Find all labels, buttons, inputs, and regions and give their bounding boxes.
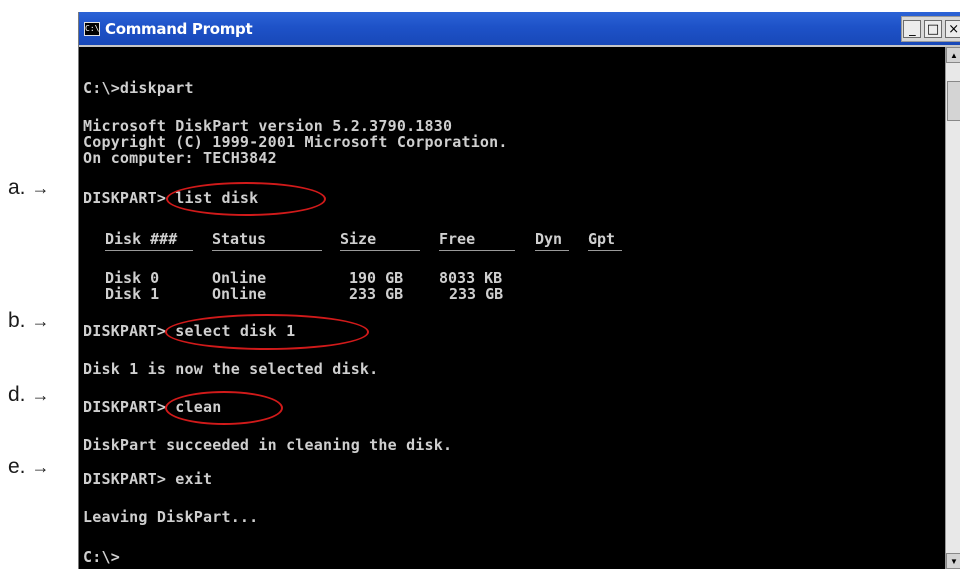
arrow-right-icon: → xyxy=(31,384,50,405)
console-line: On computer: TECH3842 xyxy=(83,149,277,167)
highlight-ellipse-list-disk xyxy=(166,182,326,216)
table-header: Disk ### xyxy=(105,230,178,248)
highlight-ellipse-clean xyxy=(165,391,283,425)
console-line: DISKPART> exit xyxy=(83,470,213,488)
scroll-up-icon[interactable]: ▲ xyxy=(946,47,960,63)
console-output[interactable]: C:\>diskpart Microsoft DiskPart version … xyxy=(79,47,945,569)
highlight-ellipse-select-disk xyxy=(165,314,369,350)
arrow-right-icon: → xyxy=(31,456,50,477)
table-header: Gpt xyxy=(588,230,616,248)
header-underline xyxy=(588,250,622,251)
table-cell: Online xyxy=(212,285,267,303)
annotation-e-label: e. xyxy=(8,455,26,478)
header-underline xyxy=(105,250,193,251)
table-header: Size xyxy=(340,230,377,248)
table-cell: 233 GB xyxy=(349,285,404,303)
maximize-button[interactable]: □ xyxy=(923,20,942,38)
minimize-button[interactable]: _ xyxy=(903,20,922,38)
table-header: Free xyxy=(439,230,476,248)
header-underline xyxy=(535,250,569,251)
vertical-scrollbar[interactable]: ▲ ▼ xyxy=(945,47,960,569)
header-underline xyxy=(439,250,515,251)
annotation-d-label: d. xyxy=(8,383,26,406)
annotation-b-label: b. xyxy=(8,309,26,332)
arrow-right-icon: → xyxy=(31,177,50,198)
scrollbar-thumb[interactable] xyxy=(947,81,960,121)
window-title: Command Prompt xyxy=(105,20,253,38)
console-line: DiskPart succeeded in cleaning the disk. xyxy=(83,436,453,454)
header-underline xyxy=(212,250,322,251)
console-line: Leaving DiskPart... xyxy=(83,508,259,526)
command-prompt-window: C:\ Command Prompt _ □ × C:\>diskpart Mi… xyxy=(78,12,960,569)
annotation-d: d. → xyxy=(8,383,78,406)
cmd-icon: C:\ xyxy=(84,22,100,36)
table-header: Status xyxy=(212,230,267,248)
table-cell: 233 GB xyxy=(449,285,504,303)
header-underline xyxy=(340,250,420,251)
window-controls: _ □ × xyxy=(901,16,960,42)
table-header: Dyn xyxy=(535,230,563,248)
console-line: Disk 1 is now the selected disk. xyxy=(83,360,379,378)
console-line: C:\>diskpart xyxy=(83,79,194,97)
annotation-b: b. → xyxy=(8,309,78,332)
annotation-a-label: a. xyxy=(8,176,26,199)
title-bar[interactable]: C:\ Command Prompt _ □ × xyxy=(79,12,960,47)
annotation-e: e. → xyxy=(8,455,78,478)
arrow-right-icon: → xyxy=(31,310,50,331)
table-cell: Disk 1 xyxy=(105,285,160,303)
console-line: C:\> xyxy=(83,548,120,566)
annotation-a: a. → xyxy=(8,176,78,199)
close-button[interactable]: × xyxy=(944,20,960,38)
scroll-down-icon[interactable]: ▼ xyxy=(946,553,960,569)
